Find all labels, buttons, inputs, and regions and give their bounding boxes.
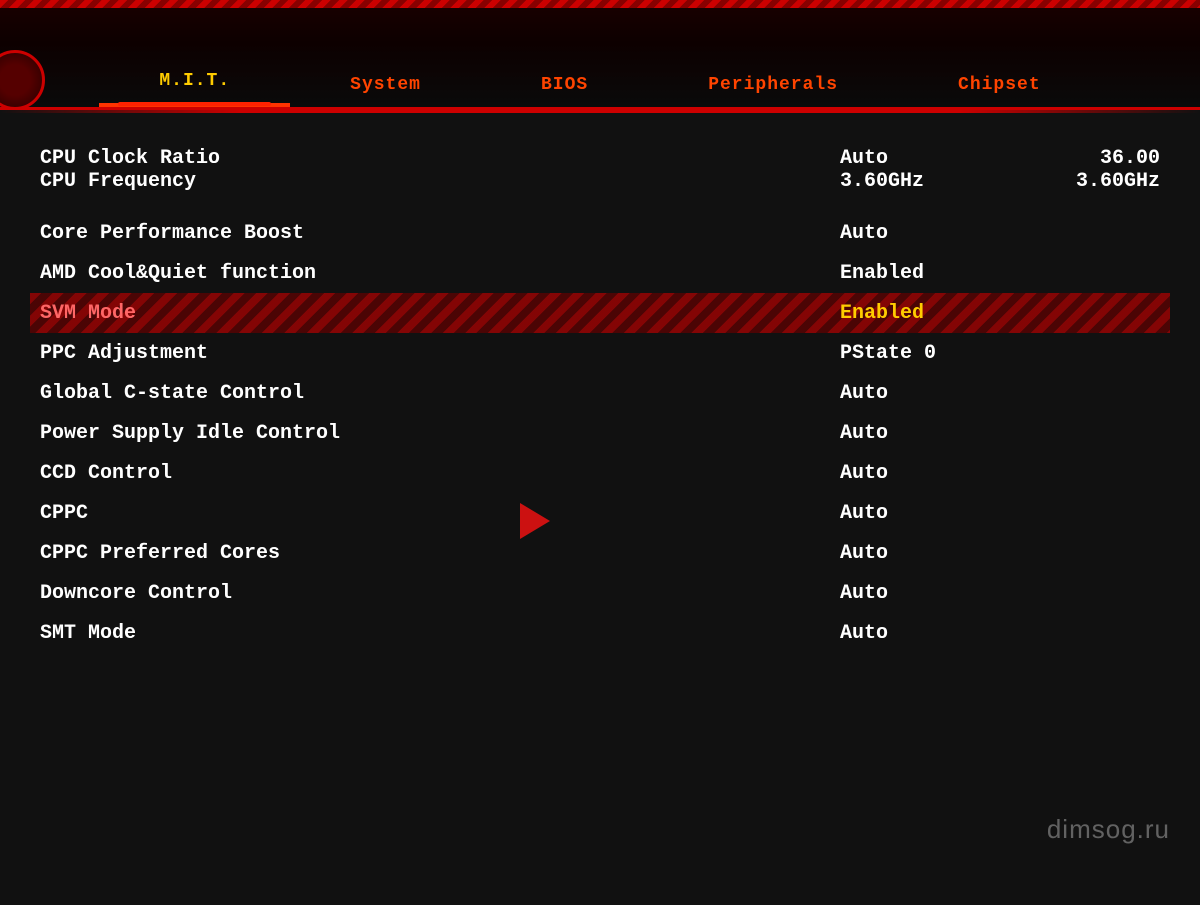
core-performance-boost-row[interactable]: Core Performance Boost Auto xyxy=(30,213,1170,253)
downcore-control-value: Auto xyxy=(840,582,1020,605)
cppc-preferred-cores-label: CPPC Preferred Cores xyxy=(40,542,840,565)
smt-mode-row[interactable]: SMT Mode Auto xyxy=(30,613,1170,653)
global-cstate-value: Auto xyxy=(840,382,1020,405)
global-cstate-label: Global C-state Control xyxy=(40,382,840,405)
tab-chipset[interactable]: Chipset xyxy=(898,63,1101,107)
cpu-labels: CPU Clock Ratio CPU Frequency xyxy=(40,147,840,193)
tab-bios[interactable]: BIOS xyxy=(481,63,648,107)
cppc-preferred-cores-value: Auto xyxy=(840,542,1020,565)
ccd-control-row[interactable]: CCD Control Auto xyxy=(30,453,1170,493)
amd-cool-quiet-row[interactable]: AMD Cool&Quiet function Enabled xyxy=(30,253,1170,293)
cpu-clock-ratio-value2: 36.00 xyxy=(1020,147,1160,170)
cpu-values: Auto 3.60GHz xyxy=(840,147,1020,193)
ccd-control-value: Auto xyxy=(840,462,1020,485)
cpu-frequency-value: 3.60GHz xyxy=(840,170,1020,193)
amd-cool-quiet-value: Enabled xyxy=(840,262,1020,285)
downcore-control-label: Downcore Control xyxy=(40,582,840,605)
cppc-preferred-cores-row[interactable]: CPPC Preferred Cores Auto xyxy=(30,533,1170,573)
ccd-control-label: CCD Control xyxy=(40,462,840,485)
tab-navigation: M.I.T. System BIOS Peripherals Chipset xyxy=(0,0,1200,107)
power-supply-idle-row[interactable]: Power Supply Idle Control Auto xyxy=(30,413,1170,453)
ppc-adjustment-label: PPC Adjustment xyxy=(40,342,840,365)
tab-system[interactable]: System xyxy=(290,63,481,107)
tab-mit[interactable]: M.I.T. xyxy=(99,59,290,107)
cpu-group-row: CPU Clock Ratio CPU Frequency Auto 3.60G… xyxy=(30,143,1170,197)
amd-cool-quiet-label: AMD Cool&Quiet function xyxy=(40,262,840,285)
svm-mode-row[interactable]: SVM Mode Enabled xyxy=(30,293,1170,333)
downcore-control-row[interactable]: Downcore Control Auto xyxy=(30,573,1170,613)
svm-mode-value: Enabled xyxy=(840,302,1020,325)
cpu-frequency-label: CPU Frequency xyxy=(40,170,840,193)
ppc-adjustment-value: PState 0 xyxy=(840,342,1020,365)
cpu-clock-ratio-label: CPU Clock Ratio xyxy=(40,147,840,170)
cpu-values2: 36.00 3.60GHz xyxy=(1020,147,1160,193)
cppc-value: Auto xyxy=(840,502,1020,525)
watermark: dimsog.ru xyxy=(1047,814,1170,845)
main-content: CPU Clock Ratio CPU Frequency Auto 3.60G… xyxy=(0,113,1200,905)
cpu-frequency-value2: 3.60GHz xyxy=(1020,170,1160,193)
power-supply-idle-value: Auto xyxy=(840,422,1020,445)
global-cstate-row[interactable]: Global C-state Control Auto xyxy=(30,373,1170,413)
cppc-label: CPPC xyxy=(40,502,840,525)
svm-mode-label: SVM Mode xyxy=(40,302,840,325)
separator1 xyxy=(30,197,1170,213)
smt-mode-label: SMT Mode xyxy=(40,622,840,645)
cppc-row[interactable]: CPPC Auto xyxy=(30,493,1170,533)
settings-table: CPU Clock Ratio CPU Frequency Auto 3.60G… xyxy=(30,143,1170,653)
top-stripe xyxy=(0,0,1200,8)
top-bar: M.I.T. System BIOS Peripherals Chipset xyxy=(0,0,1200,110)
smt-mode-value: Auto xyxy=(840,622,1020,645)
cpu-clock-ratio-value: Auto xyxy=(840,147,1020,170)
core-performance-boost-label: Core Performance Boost xyxy=(40,222,840,245)
ppc-adjustment-row[interactable]: PPC Adjustment PState 0 xyxy=(30,333,1170,373)
core-performance-boost-value: Auto xyxy=(840,222,1020,245)
tab-peripherals[interactable]: Peripherals xyxy=(648,63,898,107)
power-supply-idle-label: Power Supply Idle Control xyxy=(40,422,840,445)
